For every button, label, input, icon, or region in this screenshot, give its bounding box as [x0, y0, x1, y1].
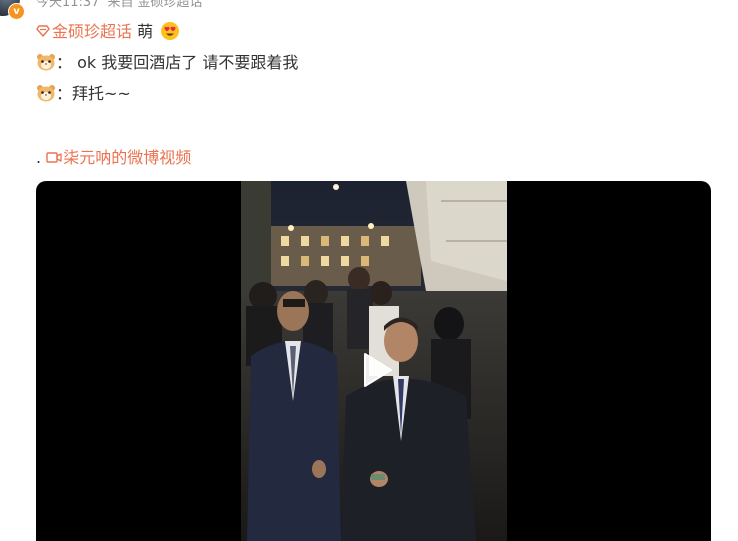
post-text-line-2: ： ok 我要回酒店了 请不要跟着我 [36, 52, 298, 74]
super-topic-link[interactable]: 金硕珍超话 [36, 22, 137, 41]
post-text-meng: 萌 [137, 22, 154, 41]
video-link[interactable]: 柒元呐的微博视频 [46, 148, 191, 167]
post-time[interactable]: 今天11:37 [36, 0, 99, 10]
super-topic-diamond-icon [36, 25, 50, 37]
post-source-prefix: 来自 [107, 0, 134, 10]
post-text-line-3-text: 拜托~~ [72, 84, 131, 103]
video-link-dot: . [36, 148, 42, 167]
heart-eyes-emoji-icon [161, 22, 180, 40]
play-icon[interactable] [353, 348, 397, 392]
video-icon [46, 152, 62, 163]
video-link-label: 柒元呐的微博视频 [63, 148, 192, 167]
post-meta: 今天11:37 来自 金硕珍超话 [36, 0, 211, 11]
post-text-line-1: 金硕珍超话 萌 [36, 21, 180, 43]
verified-badge-icon: v [8, 3, 25, 20]
post-text-line-2-text: ok 我要回酒店了 请不要跟着我 [77, 53, 299, 72]
video-player[interactable] [36, 181, 711, 541]
video-link-line: . 柒元呐的微博视频 [36, 147, 191, 169]
emoji-colon: ： [56, 84, 73, 103]
hamster-emoji-icon [37, 85, 55, 102]
emoji-colon: ： [56, 53, 73, 72]
hamster-emoji-icon [37, 54, 55, 71]
post-text-line-3: ：拜托~~ [36, 83, 131, 105]
super-topic-label: 金硕珍超话 [52, 22, 133, 41]
post-source-link[interactable]: 金硕珍超话 [137, 0, 202, 10]
